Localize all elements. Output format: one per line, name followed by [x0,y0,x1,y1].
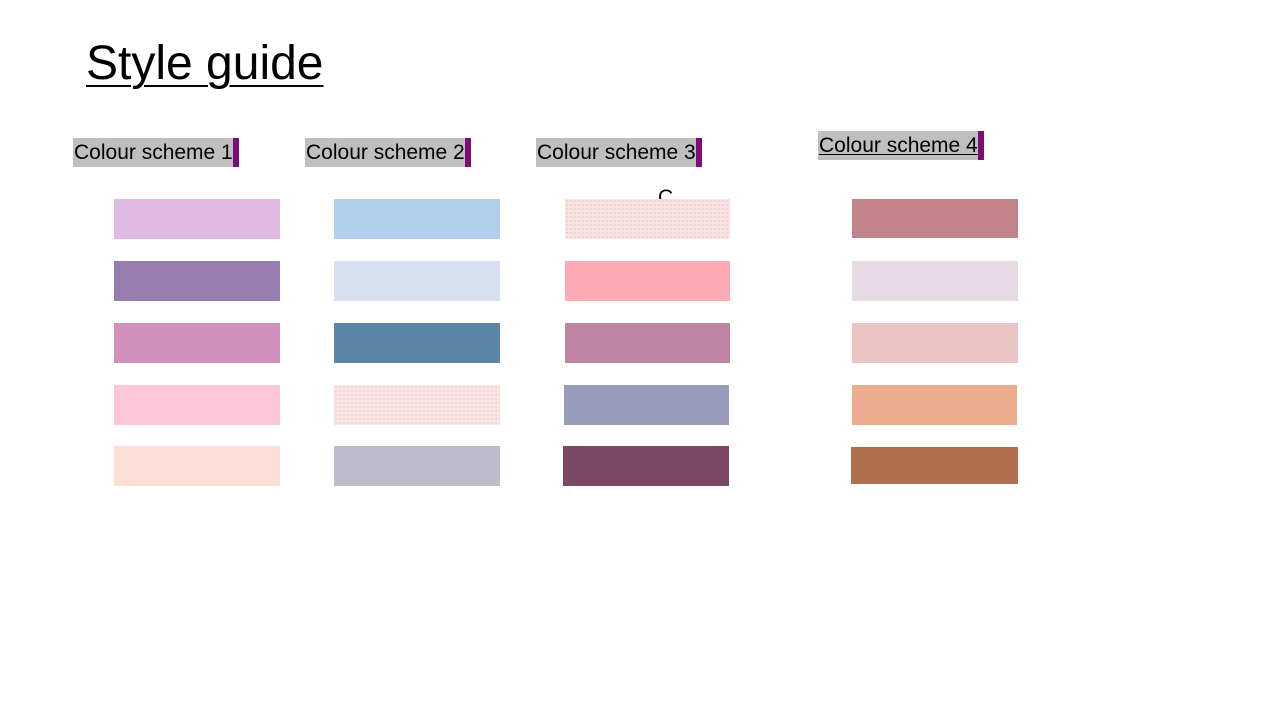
scheme-4-swatch-4 [852,385,1017,425]
scheme-3-heading: Colour scheme 3 [536,138,702,167]
text-cursor-marker [232,138,239,167]
slide: Style guide Colour scheme 1 Colour schem… [0,0,1280,720]
scheme-4-swatch-1 [852,199,1018,238]
scheme-4-swatch-5 [851,447,1018,484]
scheme-2-swatch-3 [334,323,500,363]
scheme-1-swatch-2 [114,261,280,301]
text-cursor-marker [464,138,471,167]
scheme-3-swatch-4 [564,385,729,425]
scheme-3-heading-label: Colour scheme 3 [536,138,696,167]
scheme-2-swatch-4 [334,385,500,425]
scheme-2-swatch-5 [334,446,500,486]
scheme-3-swatch-3 [565,323,730,363]
page-title: Style guide [86,37,324,90]
scheme-4-swatch-2 [852,261,1018,301]
scheme-4-heading-label: Colour scheme 4 [818,131,978,160]
scheme-2-heading: Colour scheme 2 [305,138,471,167]
scheme-4-heading: Colour scheme 4 [818,131,984,160]
scheme-1-heading-label: Colour scheme 1 [73,138,233,167]
scheme-3-swatch-5 [563,446,729,486]
scheme-1-swatch-4 [114,385,280,425]
scheme-1-swatch-1 [114,199,280,239]
scheme-2-swatch-1 [334,199,500,239]
scheme-3-swatch-1 [565,199,730,239]
scheme-2-heading-label: Colour scheme 2 [305,138,465,167]
text-cursor-marker [695,138,702,167]
scheme-2-swatch-2 [334,261,500,301]
text-cursor-marker [977,131,984,160]
scheme-1-swatch-5 [114,446,280,486]
scheme-4-swatch-3 [852,323,1018,363]
scheme-1-heading: Colour scheme 1 [73,138,239,167]
scheme-1-swatch-3 [114,323,280,363]
scheme-3-swatch-2 [565,261,730,301]
